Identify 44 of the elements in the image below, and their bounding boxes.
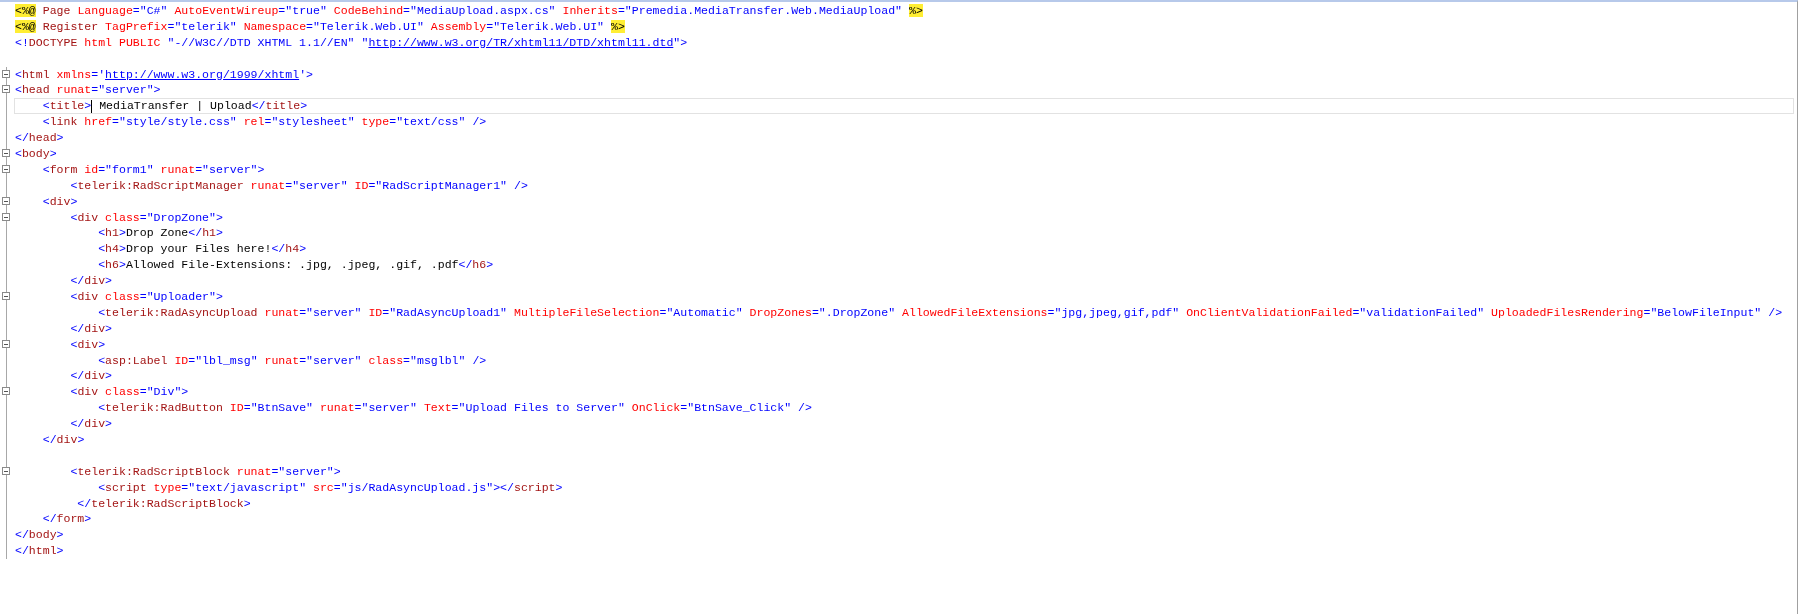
collapse-icon[interactable] <box>2 164 10 173</box>
code-line: </form> <box>41 512 92 527</box>
collapse-icon[interactable] <box>2 466 10 475</box>
code-line: </telerik:RadScriptBlock> <box>76 496 251 511</box>
code-line: </html> <box>15 544 64 559</box>
code-line: <telerik:RadScriptBlock runat="server"> <box>69 464 341 479</box>
text-cursor <box>91 99 93 113</box>
code-line: <%@ Page Language="C#" AutoEventWireup="true" CodeBehind="MediaUpload.aspx.cs" Inherits="Premedia.MediaTransfer.Web.MediaUpload" %> <box>15 3 923 18</box>
code-line: </div> <box>69 369 113 384</box>
code-line: <div class="DropZone"> <box>69 210 223 225</box>
code-line: </body> <box>15 528 64 543</box>
collapse-icon[interactable] <box>2 387 10 396</box>
code-line: <%@ Register TagPrefix="telerik" Namespace="Telerik.Web.UI" Assembly="Telerik.Web.UI" %> <box>15 19 625 34</box>
code-line: <form id="form1" runat="server"> <box>41 162 265 177</box>
code-line: <div class="Div"> <box>69 385 189 400</box>
collapse-icon[interactable] <box>2 212 10 221</box>
code-line: <telerik:RadAsyncUpload runat="server" ID="RadAsyncUpload1" MultipleFileSelection="Automatic" DropZones=".DropZone" AllowedFileExtensions="jpg,jpeg,gif,pdf" OnClientValidationFailed="validationFailed" UploadedFilesRendering="BelowFileInput" /> <box>97 305 1783 320</box>
code-line: <!DOCTYPE html PUBLIC "-//W3C//DTD XHTML 1.1//EN" "http://www.w3.org/TR/xhtml11/DTD/xhtml11.dtd"> <box>15 35 688 50</box>
collapse-icon[interactable] <box>2 339 10 348</box>
collapse-icon[interactable] <box>2 85 10 94</box>
code-line: </head> <box>15 131 64 146</box>
code-line: <h1>Drop Zone</h1> <box>97 226 223 241</box>
code-line: <h4>Drop your Files here!</h4> <box>97 242 307 257</box>
code-line: <head runat="server"> <box>15 83 161 98</box>
code-line: </div> <box>69 417 113 432</box>
code-line: <telerik:RadScriptManager runat="server" ID="RadScriptManager1" /> <box>69 178 528 193</box>
code-line: <link href="style/style.css" rel="stylesheet" type="text/css" /> <box>41 115 487 130</box>
code-line: <body> <box>15 146 57 161</box>
code-line: <h6>Allowed File-Extensions: .jpg, .jpeg, .gif, .pdf</h6> <box>97 258 494 273</box>
collapse-icon[interactable] <box>2 69 10 78</box>
code-line: <div> <box>69 337 106 352</box>
code-line: <div class="Uploader"> <box>69 290 223 304</box>
collapse-icon[interactable] <box>2 292 10 301</box>
code-line: <div> <box>41 194 78 209</box>
code-line: <script type="text/javascript" src="js/RadAsyncUpload.js"></script> <box>97 480 563 495</box>
collapse-icon[interactable] <box>2 196 10 205</box>
code-line: <telerik:RadButton ID="BtnSave" runat="server" Text="Upload Files to Server" OnClick="BtnSave_Click" /> <box>97 401 812 416</box>
code-line: <title> MediaTransfer | Upload</title> <box>41 99 308 114</box>
code-line: </div> <box>69 321 113 336</box>
code-line: <asp:Label ID="lbl_msg" runat="server" class="msglbl" /> <box>97 353 487 368</box>
code-line: <html xmlns='http://www.w3.org/1999/xhtml'> <box>15 67 313 82</box>
code-line: </div> <box>69 274 113 289</box>
code-line: </div> <box>41 433 85 447</box>
collapse-icon[interactable] <box>2 149 10 157</box>
